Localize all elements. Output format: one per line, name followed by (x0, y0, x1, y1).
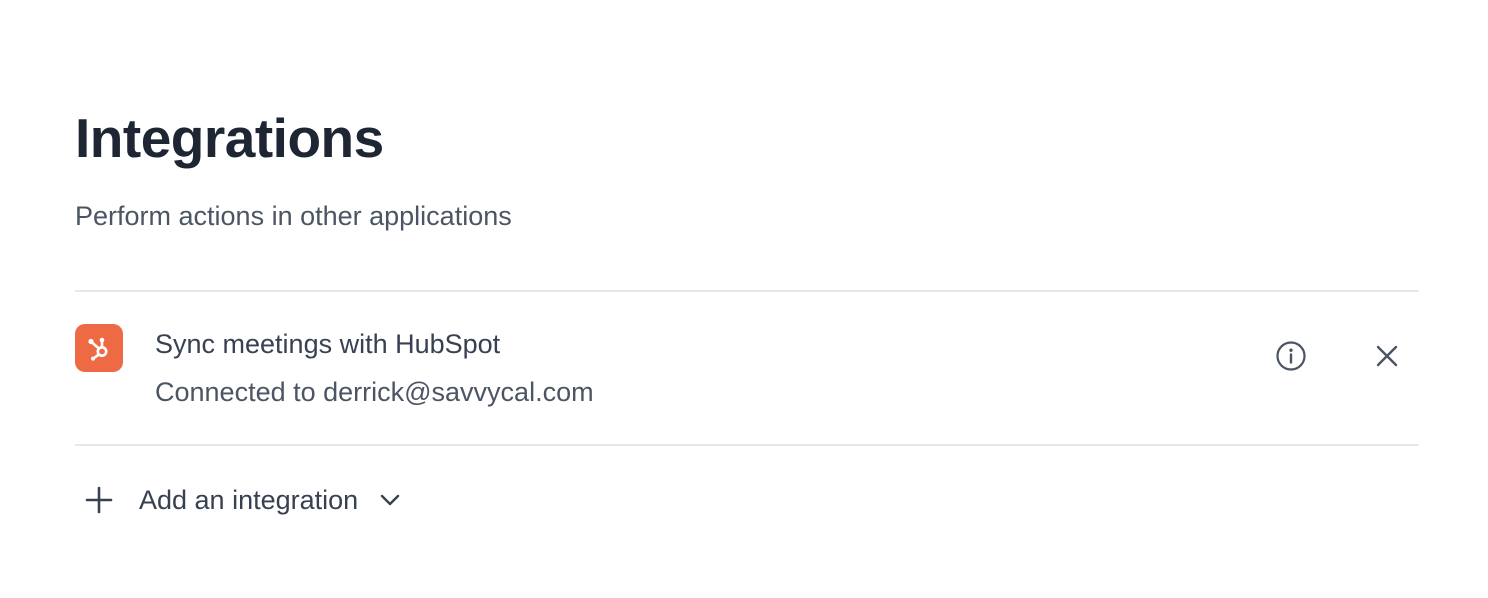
chevron-down-icon (376, 486, 404, 514)
close-icon (1376, 345, 1398, 367)
info-icon (1276, 341, 1306, 371)
remove-integration-button[interactable] (1365, 334, 1409, 378)
integration-item-hubspot: Sync meetings with HubSpot Connected to … (75, 292, 1419, 444)
integration-status: Connected to derrick@savvycal.com (155, 377, 594, 407)
hubspot-logo-icon (75, 324, 123, 372)
page-title: Integrations (75, 107, 384, 169)
add-integration-label: Add an integration (139, 485, 359, 515)
info-button[interactable] (1269, 334, 1313, 378)
plus-icon (75, 476, 123, 524)
add-integration-button[interactable]: Add an integration (75, 472, 404, 528)
page-subtitle: Perform actions in other applications (75, 201, 512, 231)
divider (75, 444, 1419, 446)
integration-title: Sync meetings with HubSpot (155, 329, 501, 359)
